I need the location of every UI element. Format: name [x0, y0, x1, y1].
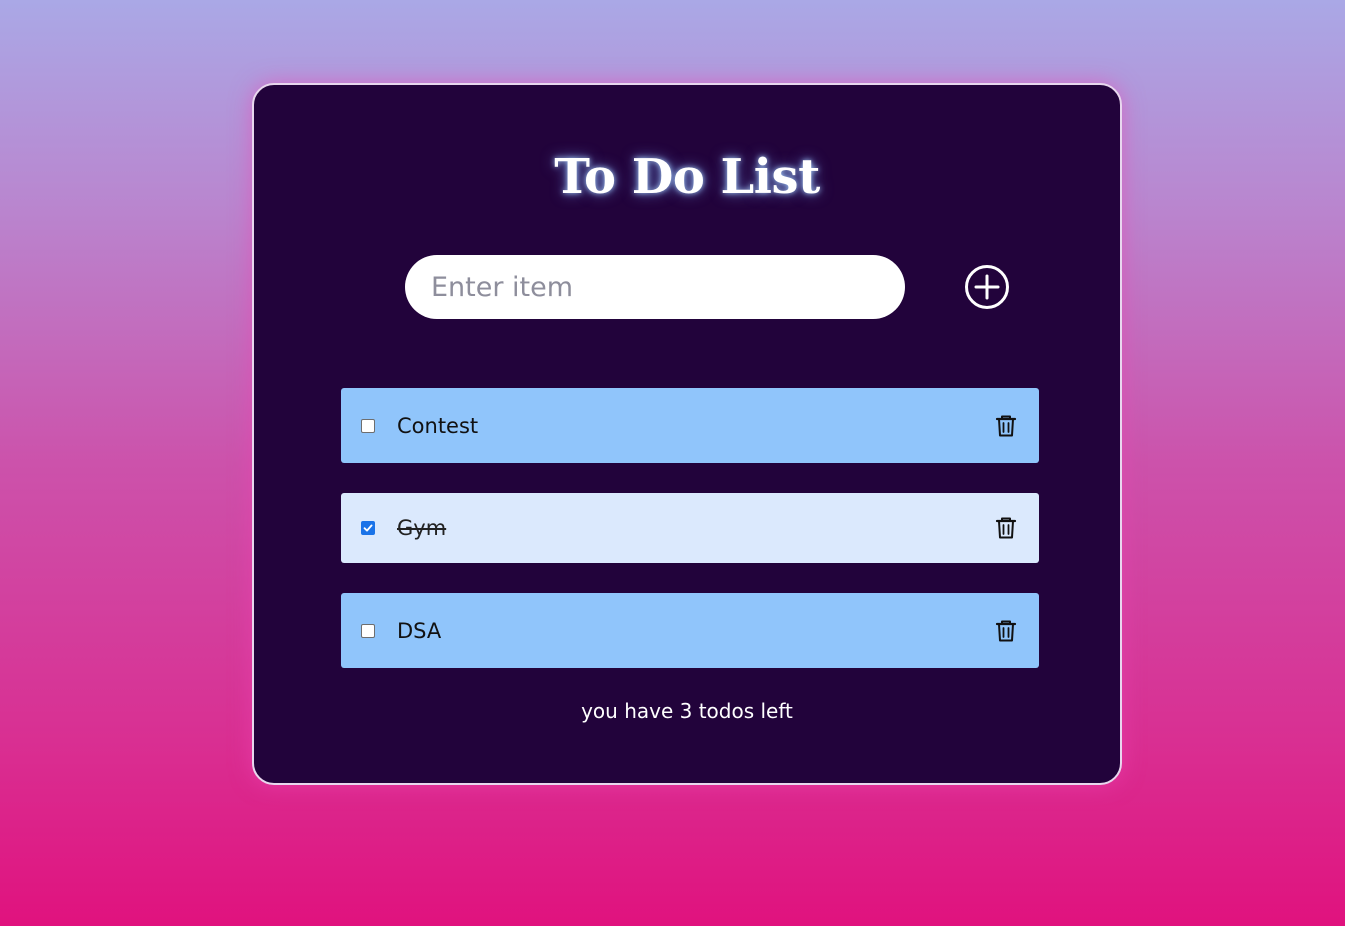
todo-label: Contest — [397, 413, 479, 438]
page-title: To Do List — [554, 149, 820, 205]
trash-icon[interactable] — [995, 619, 1017, 643]
todo-item: Gym — [341, 493, 1039, 563]
todo-label: Gym — [397, 516, 447, 540]
todo-checkbox[interactable] — [361, 623, 375, 638]
item-input[interactable] — [405, 255, 905, 319]
todo-item: Contest — [341, 388, 1039, 463]
plus-circle-icon — [965, 265, 1009, 309]
todo-checkbox[interactable] — [361, 521, 375, 535]
todo-list: Contest Gym DSA — [341, 388, 1039, 698]
trash-icon[interactable] — [995, 414, 1017, 438]
add-item-button[interactable] — [964, 264, 1010, 310]
todo-label: DSA — [397, 618, 442, 643]
trash-icon[interactable] — [995, 516, 1017, 540]
todos-remaining-text: you have 3 todos left — [581, 699, 793, 723]
todo-item: DSA — [341, 593, 1039, 668]
todo-card: To Do List Contest — [252, 83, 1122, 785]
todo-checkbox[interactable] — [361, 418, 375, 433]
checkmark-icon — [363, 524, 373, 532]
